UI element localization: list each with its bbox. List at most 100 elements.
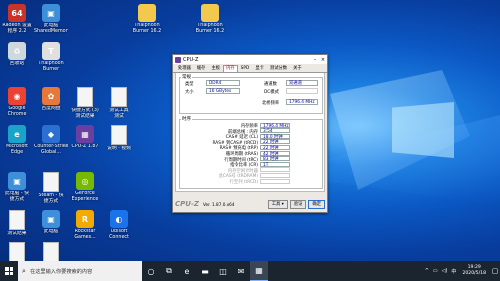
folder-icon [138, 4, 156, 22]
timing-value: 22 时钟 [260, 144, 290, 151]
file-icon [111, 125, 127, 145]
desktop-icon[interactable]: ◉ Google Chrome [0, 87, 34, 125]
tab-0[interactable]: 处理器 [175, 65, 194, 72]
cpuz-window: CPU-Z – × 处理器 缓存 主板 内存 SPD 显卡 测试分数 关于 常规 类型 DDR… [172, 54, 328, 213]
desktop-icon[interactable]: 64 Radeon 设置 程序 2.2 [0, 4, 34, 42]
file-icon [77, 87, 93, 107]
minimize-button[interactable]: – [311, 57, 319, 63]
tab-7[interactable]: 关于 [290, 65, 305, 72]
desktop-icon[interactable]: R Rockstar Games... [68, 210, 102, 248]
desktop-icon[interactable]: ◎ GeForce Experience [68, 172, 102, 210]
cpuz-icon[interactable]: ▦ [250, 261, 268, 281]
desktop-icon-label: Steam - 快 捷方式 [38, 193, 64, 204]
aida64-icon: 64 [8, 4, 26, 22]
desktop-icon-label: 此电脑 SharedMemory [34, 23, 68, 34]
taskbar-apps: ○ ⧉ e ▬ ◫ ✉ ▦ [142, 261, 268, 281]
uncore-value: 1796.4 MHz [286, 99, 318, 105]
desktop-icon[interactable]: ✿ 百度网盘 [34, 87, 68, 125]
thaiphoon-icon: T [42, 42, 60, 60]
desktop-icon-label: 快捷方式 (3) 测试结果 [71, 108, 99, 119]
desktop-icon[interactable]: 测试工具 测试 [102, 87, 136, 125]
mail-icon[interactable]: ✉ [232, 261, 250, 281]
timing-value [260, 178, 290, 184]
desktop-icon[interactable]: Thaiphoon Burner 16.2 [193, 4, 227, 42]
tray-chevron-icon[interactable]: ^ [425, 268, 429, 274]
desktop-icon[interactable]: 快捷方式 (3) 测试结果 [68, 87, 102, 125]
search-placeholder[interactable]: 在这里输入你要搜索的内容 [30, 268, 92, 275]
cpuz-tabs: 处理器 缓存 主板 内存 SPD 显卡 测试分数 关于 [173, 64, 327, 73]
file-explorer-icon[interactable]: ▬ [196, 261, 214, 281]
desktop-icon[interactable]: ▦ CPU-Z 1.87 [68, 125, 102, 163]
taskbar-search[interactable]: ⌕ 在这里输入你要搜索的内容 [18, 261, 142, 281]
tab-1[interactable]: 缓存 [194, 65, 209, 72]
dc-mode-value [286, 88, 318, 94]
cpuz-app-icon [175, 56, 181, 63]
desktop-icon-label: Ubisoft Connect [109, 229, 129, 240]
system-tray: ^ ▭ ◁) 中 19:29 2020/5/18 ▢ [423, 261, 500, 281]
desktop-icon[interactable]: ◐ Ubisoft Connect [102, 210, 136, 248]
search-icon: ⌕ [22, 266, 26, 275]
desktop-icon[interactable]: T Thaiphoon Burner [34, 42, 68, 80]
file-icon [43, 172, 59, 192]
desktop-icon[interactable]: ▣ 此电脑 - 快 捷方式 [0, 172, 34, 210]
timing-value: 22 时钟 [260, 139, 290, 145]
desktop-icon-label: Google Chrome [7, 106, 27, 117]
desktop-icon-label: Counter-Strike Global... [34, 144, 68, 155]
channel-value: 双通道 [286, 80, 318, 86]
edge-icon[interactable]: e [178, 261, 196, 281]
volume-icon[interactable]: ◁) [442, 268, 448, 274]
store-icon[interactable]: ◫ [214, 261, 232, 281]
ime-indicator[interactable]: 中 [451, 268, 456, 275]
edge-icon: e [8, 125, 26, 143]
desktop-icon-label: 测试工具 测试 [109, 108, 129, 119]
ubisoft-icon: ◐ [110, 210, 128, 228]
cpuz-icon: ▦ [76, 125, 94, 143]
timing-label: 行至列 (tRCD) [229, 180, 258, 185]
desktop-icon[interactable]: Steam - 快 捷方式 [34, 172, 68, 210]
timing-value [260, 172, 290, 179]
desktop-icon-label: CPU-Z 1.87 [71, 144, 99, 149]
tab-3[interactable]: 内存 [223, 65, 238, 72]
validate-button[interactable]: 验证 [289, 199, 307, 209]
tab-6[interactable]: 测试分数 [267, 65, 290, 72]
network-icon[interactable]: ▭ [433, 268, 438, 274]
tab-2[interactable]: 主板 [208, 65, 223, 72]
desktop-icon-label: GeForce Experience [71, 191, 99, 202]
notification-icon[interactable]: ▢ [490, 267, 500, 275]
desktop-icon[interactable]: ▣ 此电脑 SharedMemory [34, 4, 68, 42]
timings-group-label: 时序 [181, 116, 192, 122]
desktop-icon[interactable]: e Microsoft Edge [0, 125, 34, 163]
desktop-icon-label: Thaiphoon Burner [38, 61, 64, 72]
cpuz-titlebar[interactable]: CPU-Z – × [173, 55, 327, 64]
tab-4[interactable]: SPD [238, 65, 253, 72]
windows-logo-icon [5, 267, 13, 275]
computer-icon: ▣ [42, 4, 60, 22]
general-group-label: 常规 [181, 74, 192, 80]
close-button[interactable]: × [319, 57, 327, 63]
desktop-icon-label: Rockstar Games... [74, 229, 96, 240]
desktop-icon-label: 回收站 [9, 61, 25, 66]
chrome-icon: ◉ [8, 87, 26, 105]
tools-button[interactable]: 工具 ▾ [267, 199, 288, 209]
desktop-icon[interactable]: Thaiphoon Burner 16.2 [130, 4, 164, 42]
desktop-icon[interactable]: ♻ 回收站 [0, 42, 34, 80]
desktop-icon-label: 测试结果 [7, 231, 27, 236]
uncore-label: 北桥频率 [262, 101, 280, 106]
computer-icon: ▣ [42, 210, 60, 228]
clock[interactable]: 19:29 2020/5/18 [462, 265, 486, 277]
type-value: DDR4 [206, 80, 240, 86]
rockstar-icon: R [76, 210, 94, 228]
desktop-icon[interactable]: ◆ Counter-Strike Global... [34, 125, 68, 163]
ok-button[interactable]: 确定 [308, 199, 325, 209]
tab-5[interactable]: 显卡 [252, 65, 267, 72]
desktop-icon[interactable]: 说明 · 视频 [102, 125, 136, 163]
folder-icon [201, 4, 219, 22]
file-icon [111, 87, 127, 107]
desktop: 64 Radeon 设置 程序 2.2 ▣ 此电脑 SharedMemory Thaip… [0, 0, 500, 274]
start-button[interactable] [0, 261, 18, 281]
size-label: 大小 [185, 90, 194, 95]
task-view-icon[interactable]: ⧉ [160, 261, 178, 281]
fan-icon: ✿ [42, 87, 60, 105]
cortana-icon[interactable]: ○ [142, 261, 160, 281]
desktop-icon-label: Thaiphoon Burner 16.2 [195, 23, 225, 34]
